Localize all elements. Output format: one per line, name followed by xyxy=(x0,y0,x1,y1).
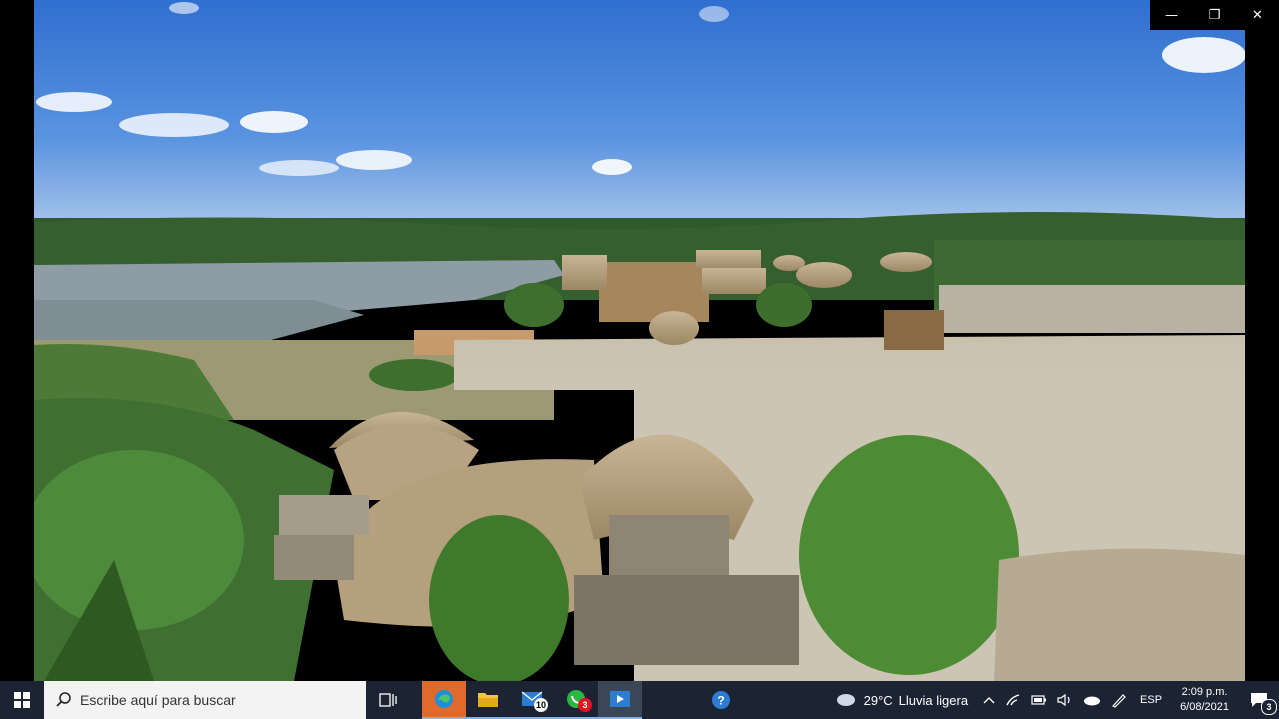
task-view-icon xyxy=(379,693,397,707)
start-button[interactable] xyxy=(0,681,44,719)
wifi-button[interactable] xyxy=(1000,681,1026,719)
close-button[interactable]: ✕ xyxy=(1236,0,1279,30)
photos-icon xyxy=(610,691,630,707)
volume-icon xyxy=(1057,693,1070,707)
clock-time: 2:09 p.m. xyxy=(1181,686,1228,698)
show-hidden-icons-button[interactable] xyxy=(978,681,1000,719)
search-box[interactable]: Escribe aquí para buscar xyxy=(44,681,366,719)
search-placeholder: Escribe aquí para buscar xyxy=(80,692,236,708)
clock-date: 6/08/2021 xyxy=(1180,701,1229,713)
notification-center-button[interactable]: 3 xyxy=(1239,681,1279,719)
mail-badge: 10 xyxy=(534,698,548,712)
battery-button[interactable] xyxy=(1026,681,1052,719)
notification-badge: 3 xyxy=(1261,699,1277,715)
onedrive-button[interactable] xyxy=(1078,681,1106,719)
aerial-photo-image xyxy=(34,0,1245,681)
aerial-photo xyxy=(34,0,1245,681)
pen-button[interactable] xyxy=(1106,681,1132,719)
svg-text:?: ? xyxy=(717,694,724,708)
pen-icon xyxy=(1112,694,1126,708)
chevron-up-icon xyxy=(983,697,995,704)
minimize-button[interactable]: — xyxy=(1150,0,1193,30)
weather-temp: 29°C xyxy=(863,692,893,708)
edge-taskbar-button[interactable] xyxy=(422,681,466,719)
language-indicator[interactable]: ESP xyxy=(1132,681,1170,719)
system-tray: 29°C Lluvia ligera ESP 2:09 p.m. 6/08/20… xyxy=(826,681,1279,719)
whatsapp-badge: 3 xyxy=(578,698,592,712)
weather-widget[interactable]: 29°C Lluvia ligera xyxy=(826,681,978,719)
windows-logo-icon xyxy=(14,692,30,708)
language-label: ESP xyxy=(1140,694,1163,706)
help-taskbar-button[interactable]: ? xyxy=(699,681,743,719)
cloud-icon xyxy=(1084,696,1101,706)
clock[interactable]: 2:09 p.m. 6/08/2021 xyxy=(1170,685,1239,715)
whatsapp-taskbar-button[interactable]: 3 xyxy=(554,681,598,719)
photo-viewer-window: — ❐ ✕ xyxy=(0,0,1279,681)
taskbar: Escribe aquí para buscar 10 3 ? 29°C Llu… xyxy=(0,681,1279,719)
folder-icon xyxy=(478,693,498,707)
window-controls: — ❐ ✕ xyxy=(1150,0,1279,30)
restore-button[interactable]: ❐ xyxy=(1193,0,1236,30)
file-explorer-taskbar-button[interactable] xyxy=(466,681,510,719)
cloud-rain-icon xyxy=(836,694,855,706)
volume-button[interactable] xyxy=(1052,681,1078,719)
mail-taskbar-button[interactable]: 10 xyxy=(510,681,554,719)
wifi-icon xyxy=(1006,694,1020,706)
search-icon xyxy=(56,692,71,707)
edge-icon xyxy=(435,690,453,708)
battery-icon xyxy=(1031,695,1047,705)
task-view-button[interactable] xyxy=(366,681,410,719)
help-icon: ? xyxy=(712,691,730,709)
weather-condition: Lluvia ligera xyxy=(898,692,969,708)
photos-taskbar-button[interactable] xyxy=(598,681,642,719)
